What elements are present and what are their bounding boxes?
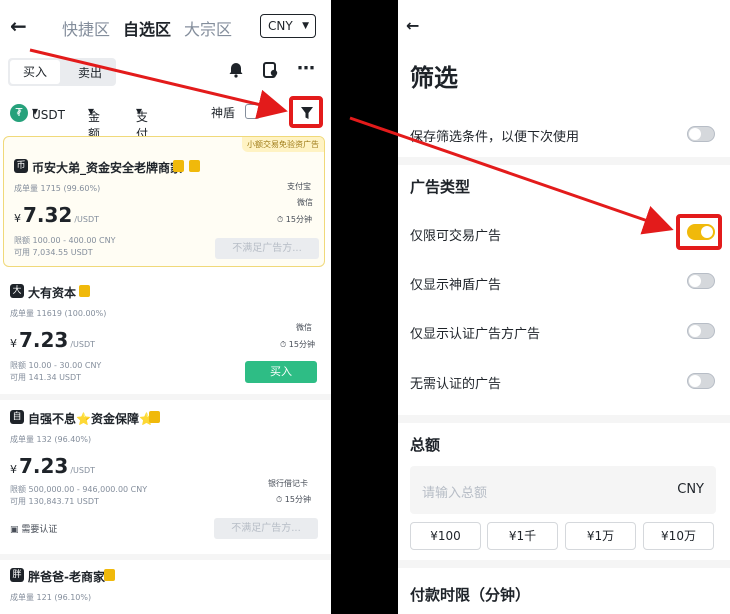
arrow-to-toggle	[349, 116, 674, 235]
arrow-to-filter-button	[29, 48, 288, 120]
annotation-arrows	[29, 48, 674, 235]
